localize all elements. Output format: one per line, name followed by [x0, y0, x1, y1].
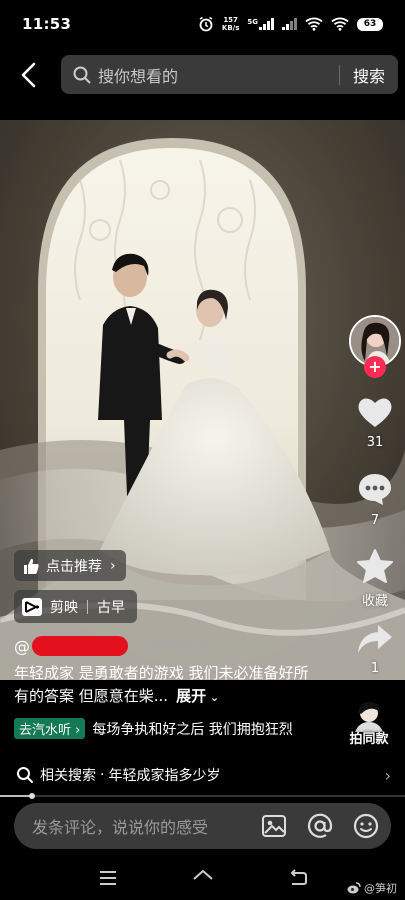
related-search-separator: · — [100, 767, 105, 783]
status-icons: 157 KB/s 5G 63 — [198, 16, 383, 32]
wifi-icon — [305, 17, 323, 31]
related-search-label: 相关搜索 — [40, 768, 96, 784]
like-count: 31 — [366, 435, 384, 450]
music-tag[interactable]: 去汽水听 › — [14, 718, 86, 739]
at-mention-icon[interactable] — [307, 813, 333, 839]
heart-icon — [358, 398, 392, 427]
signal-icon — [259, 18, 274, 30]
caption-text: 年轻成家 是勇敢者的游戏 我们未必准备好所有的答案 但愿意在柴... — [14, 664, 309, 705]
author-at: @ — [14, 636, 30, 656]
expand-label: 展开 — [176, 687, 207, 705]
like-button[interactable]: 31 — [345, 395, 405, 450]
back-arrow-icon[interactable] — [18, 62, 40, 88]
search-icon — [17, 767, 33, 783]
comment-button[interactable]: 7 — [345, 471, 405, 528]
post-date: · 07月01日 — [140, 639, 213, 655]
music-name: 每场争执和好之后 我们拥抱狂烈 — [92, 721, 293, 738]
chevron-down-icon: ⌄ — [206, 691, 220, 704]
net-speed: 157 KB/s — [222, 16, 239, 32]
alarm-icon — [199, 16, 213, 32]
thumbs-up-icon — [24, 558, 39, 574]
comment-bubble-icon — [359, 474, 391, 505]
progress-handle[interactable] — [29, 793, 36, 799]
menu-icon[interactable] — [97, 867, 119, 889]
signal-5g: 5G — [247, 18, 274, 30]
search-icon — [73, 66, 91, 83]
author-name-redacted[interactable] — [32, 636, 128, 656]
video-progress-bar[interactable] — [0, 793, 405, 799]
comment-count: 7 — [370, 513, 380, 528]
related-search-bar[interactable]: 相关搜索 · 年轻成家指多少岁 › — [0, 758, 405, 792]
comment-input[interactable]: 发条评论，说说你的感受 — [32, 814, 261, 838]
star-icon — [357, 549, 393, 583]
status-time: 11:53 — [22, 15, 72, 33]
battery-icon: 63 — [357, 17, 383, 31]
signal-icon-2 — [282, 18, 297, 30]
wifi-icon-2 — [331, 17, 349, 31]
follow-plus-button[interactable]: + — [364, 356, 386, 378]
share-arrow-icon — [358, 625, 392, 653]
video-caption: 年轻成家 是勇敢者的游戏 我们未必准备好所有的答案 但愿意在柴... 展开 ⌄ — [14, 662, 310, 709]
weibo-logo-icon — [347, 882, 361, 894]
recommend-button[interactable]: 点击推荐 › — [14, 550, 126, 581]
watermark-text: @笋初 — [364, 882, 397, 895]
music-row[interactable]: 去汽水听 › 每场争执和好之后 我们拥抱狂烈 — [14, 718, 332, 739]
image-icon[interactable] — [261, 813, 287, 839]
home-icon[interactable] — [192, 867, 214, 889]
comment-bar[interactable]: 发条评论，说说你的感受 — [14, 803, 391, 849]
net-speed-value: 157 — [223, 16, 238, 24]
capcut-template-button[interactable]: 剪映 古早 — [14, 590, 137, 623]
search-button[interactable]: 搜索 — [340, 63, 398, 87]
share-count: 1 — [370, 661, 380, 676]
emoji-icon[interactable] — [353, 813, 379, 839]
favorite-button[interactable]: 收藏 — [345, 548, 405, 609]
related-search-query: 年轻成家指多少岁 — [108, 768, 221, 784]
capcut-template-name: 古早 — [97, 599, 125, 616]
recommend-label: 点击推荐 — [46, 558, 102, 575]
progress-fill — [0, 795, 33, 797]
network-type: 5G — [247, 18, 258, 26]
same-style-button[interactable]: 拍同款 — [344, 700, 394, 747]
capcut-divider — [87, 599, 88, 614]
favorite-label: 收藏 — [361, 594, 388, 609]
chevron-right-icon: › — [384, 766, 391, 785]
back-icon[interactable] — [287, 867, 309, 889]
music-tag-label: 去汽水听 — [19, 723, 72, 738]
system-nav-bar — [0, 856, 405, 900]
search-box[interactable]: 搜你想看的 搜索 — [61, 55, 398, 94]
chevron-right-icon: › — [110, 557, 116, 574]
weibo-watermark: @笋初 — [347, 880, 397, 896]
expand-button[interactable]: 展开 ⌄ — [176, 687, 219, 705]
same-style-label: 拍同款 — [349, 732, 389, 747]
net-speed-unit: KB/s — [221, 24, 240, 32]
status-bar: 11:53 157 KB/s 5G 63 — [0, 0, 405, 48]
capcut-logo-icon — [22, 597, 42, 616]
author-line: @ · 07月01日 — [14, 636, 213, 656]
capcut-app-name: 剪映 — [50, 599, 78, 616]
search-input[interactable]: 搜你想看的 — [98, 63, 339, 87]
share-button[interactable]: 1 — [345, 623, 405, 676]
